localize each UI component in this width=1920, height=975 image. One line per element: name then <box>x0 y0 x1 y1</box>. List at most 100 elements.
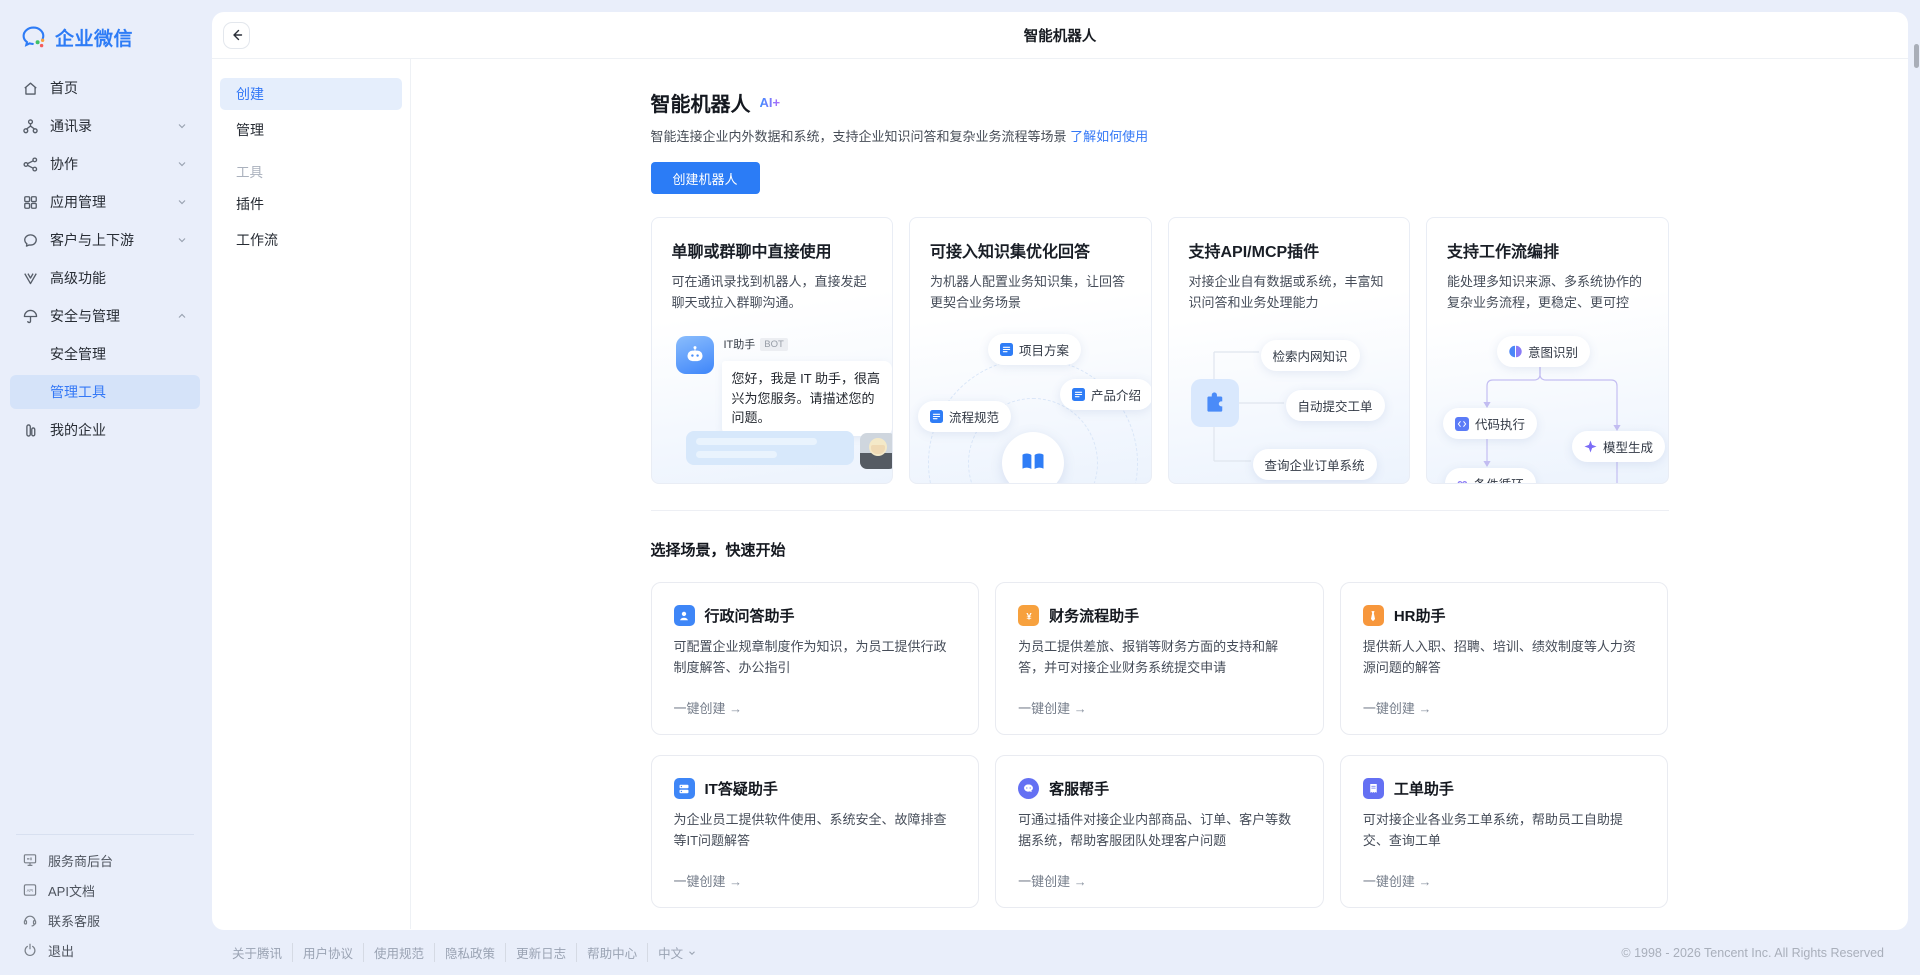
footer-link-help-center[interactable]: 帮助中心 <box>576 943 647 962</box>
feature-card-workflow: 意图识别 代码执行 模型生成 <box>1426 217 1669 484</box>
scenario-card-ticket: 工单助手 可对接企业各业务工单系统，帮助员工自助提交、查询工单 一键创建 <box>1340 755 1669 908</box>
sidebar-item-my-company[interactable]: 我的企业 <box>10 413 200 447</box>
scenario-desc: 为员工提供差旅、报销等财务方面的支持和解答，并可对接企业财务系统提交申请 <box>1018 637 1301 679</box>
scenario-title: 财务流程助手 <box>1049 605 1139 626</box>
back-arrow-icon <box>230 28 244 42</box>
footer-link-about[interactable]: 关于腾讯 <box>222 943 292 962</box>
sidebar-item-advanced[interactable]: 高级功能 <box>10 261 200 295</box>
subnav-item-create[interactable]: 创建 <box>220 78 402 110</box>
api-doc-icon: API <box>22 882 38 898</box>
intent-icon <box>1509 345 1522 358</box>
scenario-card-it-qa: IT答疑助手 为企业员工提供软件使用、系统安全、故障排查等IT问题解答 一键创建 <box>651 755 980 908</box>
chevron-up-icon <box>176 310 188 322</box>
finance-icon: ¥ <box>1018 605 1039 626</box>
it-icon <box>674 778 695 799</box>
learn-how-link[interactable]: 了解如何使用 <box>1070 129 1148 144</box>
chevron-down-icon <box>176 120 188 132</box>
scenario-desc: 可配置企业规章制度作为知识，为员工提供行政制度解答、办公指引 <box>674 637 957 679</box>
hr-icon <box>1363 605 1384 626</box>
scenario-card-admin-qa: 行政问答助手 可配置企业规章制度作为知识，为员工提供行政制度解答、办公指引 一键… <box>651 582 980 735</box>
section-divider <box>651 510 1669 511</box>
footer-link-usage-rules[interactable]: 使用规范 <box>363 943 434 962</box>
scenario-title: 行政问答助手 <box>705 605 795 626</box>
loop-icon: ∞ <box>1457 476 1468 484</box>
footer-link-changelog[interactable]: 更新日志 <box>505 943 576 962</box>
sidebar-item-provider-console[interactable]: 服务商后台 <box>10 845 200 875</box>
sidebar-item-logout[interactable]: 退出 <box>10 935 200 965</box>
user-message-bubble <box>686 431 854 465</box>
feature-card-knowledge: 项目方案 产品介绍 流程规范 <box>909 217 1152 484</box>
footer-link-privacy[interactable]: 隐私政策 <box>434 943 505 962</box>
ticket-icon <box>1363 778 1384 799</box>
admin-qa-icon <box>674 605 695 626</box>
scenario-section-title: 选择场景，快速开始 <box>651 539 1669 560</box>
apps-icon <box>22 194 39 211</box>
company-icon <box>22 422 39 439</box>
one-click-create-button[interactable]: 一键创建 <box>674 698 743 717</box>
contacts-icon <box>22 118 39 135</box>
sidebar-item-home[interactable]: 首页 <box>10 71 200 105</box>
knowledge-tag: 产品介绍 <box>1060 379 1152 410</box>
one-click-create-button[interactable]: 一键创建 <box>1363 871 1432 890</box>
create-robot-button[interactable]: 创建机器人 <box>651 162 760 194</box>
subnav-item-plugins[interactable]: 插件 <box>220 188 402 220</box>
feature-cards: IT助手 BOT 您好，我是 IT 助手，很高兴为您服务。请描述您的问题。 <box>651 217 1669 484</box>
footer-link-user-agreement[interactable]: 用户协议 <box>292 943 363 962</box>
sidebar-item-collaboration[interactable]: 协作 <box>10 147 200 181</box>
bot-badge: BOT <box>760 338 788 351</box>
hero-subtitle: 智能连接企业内外数据和系统，支持企业知识问答和复杂业务流程等场景 <box>651 129 1067 144</box>
sidebar-footer: 服务商后台 API API文档 联系客服 退出 <box>0 834 210 975</box>
one-click-create-button[interactable]: 一键创建 <box>1018 698 1087 717</box>
sidebar-item-contacts[interactable]: 通讯录 <box>10 109 200 143</box>
provider-console-icon <box>22 852 38 868</box>
sidebar-nav: 首页 通讯录 协作 应用管理 客户与上下游 <box>0 67 210 451</box>
plugin-tag: 自动提交工单 <box>1286 390 1385 421</box>
page: 企业微信 首页 通讯录 协作 应用管理 <box>0 0 1920 975</box>
scenario-title: 工单助手 <box>1394 778 1454 799</box>
one-click-create-button[interactable]: 一键创建 <box>1363 698 1432 717</box>
subnav-item-workflow[interactable]: 工作流 <box>220 224 402 256</box>
feature-title: 支持工作流编排 <box>1447 238 1648 262</box>
page-title: 智能机器人 <box>212 25 1908 46</box>
one-click-create-button[interactable]: 一键创建 <box>1018 871 1087 890</box>
scenario-desc: 提供新人入职、招聘、培训、绩效制度等人力资源问题的解答 <box>1363 637 1646 679</box>
scenario-card-hr: HR助手 提供新人入职、招聘、培训、绩效制度等人力资源问题的解答 一键创建 <box>1340 582 1669 735</box>
sidebar-item-support[interactable]: 联系客服 <box>10 905 200 935</box>
scenario-grid: 行政问答助手 可配置企业规章制度作为知识，为员工提供行政制度解答、办公指引 一键… <box>651 582 1669 908</box>
logout-icon <box>22 942 38 958</box>
advanced-icon <box>22 270 39 287</box>
sidebar-item-api-docs[interactable]: API API文档 <box>10 875 200 905</box>
sidebar-item-mgmt-tools[interactable]: 管理工具 <box>10 375 200 409</box>
feature-title: 可接入知识集优化回答 <box>930 238 1131 262</box>
chevron-down-icon <box>687 948 697 958</box>
knowledge-tag: 流程规范 <box>918 401 1011 432</box>
back-button[interactable] <box>223 22 250 49</box>
divider <box>16 834 194 835</box>
main-panel: 智能机器人 创建 管理 工具 插件 工作流 智能机器人 AI+ 智能连 <box>212 12 1908 930</box>
workflow-node: ∞ 条件循环 <box>1445 468 1536 484</box>
sidebar-item-apps[interactable]: 应用管理 <box>10 185 200 219</box>
svg-text:API: API <box>27 888 34 893</box>
customer-service-icon <box>1018 778 1039 799</box>
knowledge-tag: 项目方案 <box>988 334 1081 365</box>
hero-title: 智能机器人 <box>651 88 751 117</box>
scenario-card-customer-service: 客服帮手 可通过插件对接企业内部商品、订单、客户等数据系统，帮助客服团队处理客户… <box>995 755 1324 908</box>
workflow-node: 代码执行 <box>1443 408 1537 439</box>
feature-title: 支持API/MCP插件 <box>1189 238 1390 262</box>
workflow-node: 意图识别 <box>1497 336 1590 367</box>
sidebar-item-security-mgmt[interactable]: 安全管理 <box>10 337 200 371</box>
feature-desc: 对接企业自有数据或系统，丰富知识问答和业务处理能力 <box>1189 271 1390 313</box>
scenario-title: HR助手 <box>1394 605 1446 626</box>
subnav-item-manage[interactable]: 管理 <box>220 114 402 146</box>
plugin-tag: 检索内网知识 <box>1261 340 1360 371</box>
scenario-desc: 可对接企业各业务工单系统，帮助员工自助提交、查询工单 <box>1363 810 1646 852</box>
bot-message-bubble: 您好，我是 IT 助手，很高兴为您服务。请描述您的问题。 <box>722 361 892 436</box>
sidebar-item-security[interactable]: 安全与管理 <box>10 299 200 333</box>
language-selector[interactable]: 中文 <box>647 943 707 962</box>
one-click-create-button[interactable]: 一键创建 <box>674 871 743 890</box>
home-icon <box>22 80 39 97</box>
scrollbar-thumb[interactable] <box>1914 44 1919 68</box>
sidebar-item-customers[interactable]: 客户与上下游 <box>10 223 200 257</box>
model-star-icon <box>1584 440 1597 453</box>
feature-desc: 能处理多知识来源、多系统协作的复杂业务流程，更稳定、更可控 <box>1447 271 1648 313</box>
